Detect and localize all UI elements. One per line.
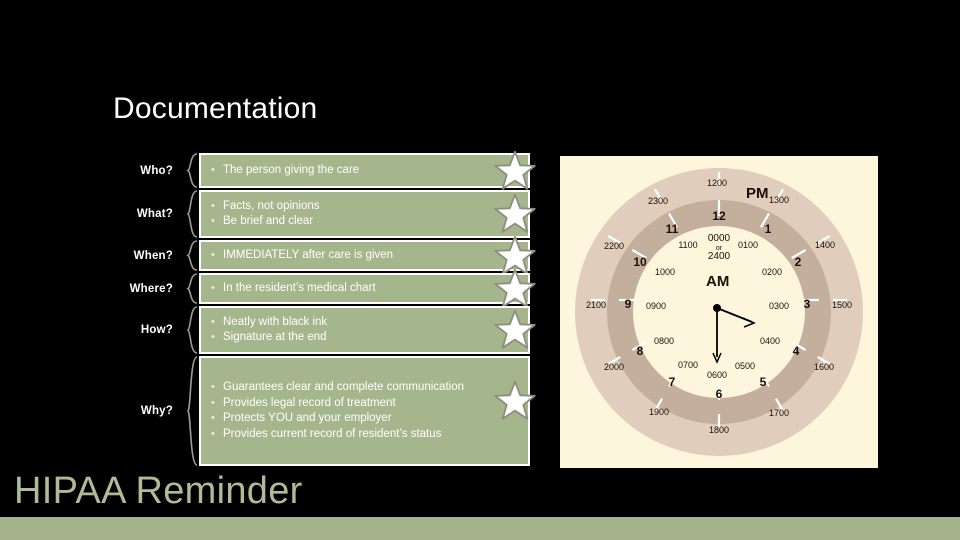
qa-box-why: Guarantees clear and complete communicat… <box>199 356 536 466</box>
svg-text:1200: 1200 <box>707 178 727 188</box>
svg-text:0400: 0400 <box>760 336 780 346</box>
star-icon <box>494 309 536 349</box>
page-title: Documentation <box>113 92 318 125</box>
star-icon <box>494 380 536 420</box>
brace-icon <box>177 356 199 466</box>
bullet-item: Protects YOU and your employer <box>211 411 484 427</box>
qa-label-what: What? <box>136 208 173 220</box>
bullet-item: Facts, not opinions <box>211 199 484 215</box>
svg-text:2300: 2300 <box>648 196 668 206</box>
clock-diagram: PM AM 0000 or 2400 12 1 2 3 4 5 6 7 8 9 … <box>560 156 878 468</box>
bullet-item: In the resident’s medical chart <box>211 281 484 297</box>
brace-icon <box>177 190 199 238</box>
svg-text:2: 2 <box>795 255 802 269</box>
qa-row: Why? Guarantees clear and complete commu… <box>105 356 536 466</box>
qa-label-how: How? <box>140 324 173 336</box>
slide-canvas: Documentation Who? The person giving the… <box>0 0 960 540</box>
svg-text:0800: 0800 <box>654 336 674 346</box>
svg-text:0600: 0600 <box>707 370 727 380</box>
footer-title: HIPAA Reminder <box>14 470 303 512</box>
qa-box-where: In the resident’s medical chart <box>199 268 536 308</box>
qa-box-when: IMMEDIATELY after care is given <box>199 235 536 275</box>
bullet-item: Provides legal record of treatment <box>211 396 484 412</box>
qa-label-where: Where? <box>129 282 173 295</box>
brace-icon <box>177 306 199 354</box>
qa-label-when: When? <box>133 249 173 262</box>
qa-label-why: Why? <box>140 405 173 417</box>
svg-text:1600: 1600 <box>814 362 834 372</box>
svg-text:2200: 2200 <box>604 241 624 251</box>
svg-text:1300: 1300 <box>769 195 789 205</box>
svg-text:1000: 1000 <box>655 267 675 277</box>
qa-box-what: Facts, not opinions Be brief and clear <box>199 190 536 238</box>
svg-text:0100: 0100 <box>738 240 758 250</box>
svg-text:3: 3 <box>804 297 811 311</box>
bullet-item: Be brief and clear <box>211 214 484 230</box>
svg-text:0900: 0900 <box>646 301 666 311</box>
midnight-label: 0000 <box>708 233 731 244</box>
svg-text:0500: 0500 <box>735 361 755 371</box>
brace-icon <box>177 240 199 271</box>
svg-text:4: 4 <box>793 344 800 358</box>
svg-text:2000: 2000 <box>604 362 624 372</box>
star-icon <box>494 268 536 308</box>
svg-text:7: 7 <box>669 375 676 389</box>
svg-text:6: 6 <box>716 387 723 401</box>
documentation-questions-diagram: Who? The person giving the care What? <box>105 150 536 468</box>
pm-label: PM <box>746 185 769 202</box>
qa-row: What? Facts, not opinions Be brief and c… <box>105 190 536 238</box>
qa-box-who: The person giving the care <box>199 150 536 190</box>
brace-icon <box>177 153 199 188</box>
svg-text:12: 12 <box>712 209 726 223</box>
qa-row: How? Neatly with black ink Signature at … <box>105 306 536 354</box>
svg-text:0200: 0200 <box>762 267 782 277</box>
svg-text:9: 9 <box>625 297 632 311</box>
svg-text:1400: 1400 <box>815 240 835 250</box>
svg-text:1700: 1700 <box>769 408 789 418</box>
svg-text:0700: 0700 <box>678 360 698 370</box>
military-time-clock-image: PM AM 0000 or 2400 12 1 2 3 4 5 6 7 8 9 … <box>560 156 878 468</box>
midnight-alt-label: 2400 <box>708 251 731 262</box>
svg-text:11: 11 <box>666 222 679 236</box>
svg-text:1: 1 <box>765 222 772 236</box>
bottom-accent-bar <box>0 517 960 540</box>
qa-row: When? IMMEDIATELY after care is given <box>105 235 536 275</box>
bullet-item: Signature at the end <box>211 330 484 346</box>
svg-text:8: 8 <box>637 344 644 358</box>
star-icon <box>494 150 536 190</box>
svg-text:5: 5 <box>760 375 767 389</box>
bullet-item: Provides current record of resident’s st… <box>211 427 484 443</box>
svg-text:0300: 0300 <box>769 301 789 311</box>
svg-text:1500: 1500 <box>832 300 852 310</box>
qa-box-how: Neatly with black ink Signature at the e… <box>199 306 536 354</box>
qa-row: Who? The person giving the care <box>105 150 536 190</box>
qa-label-who: Who? <box>140 164 173 177</box>
star-icon <box>494 193 536 233</box>
svg-text:10: 10 <box>633 255 647 269</box>
qa-row: Where? In the resident’s medical chart <box>105 268 536 308</box>
am-label: AM <box>706 273 729 290</box>
bullet-item: Guarantees clear and complete communicat… <box>211 380 484 396</box>
bullet-item: Neatly with black ink <box>211 315 484 331</box>
svg-text:1900: 1900 <box>649 407 669 417</box>
svg-text:1800: 1800 <box>709 425 729 435</box>
bullet-item: The person giving the care <box>211 163 484 179</box>
bullet-item: IMMEDIATELY after care is given <box>211 248 484 264</box>
svg-text:2100: 2100 <box>586 300 606 310</box>
brace-icon <box>177 273 199 304</box>
svg-text:1100: 1100 <box>678 240 697 250</box>
